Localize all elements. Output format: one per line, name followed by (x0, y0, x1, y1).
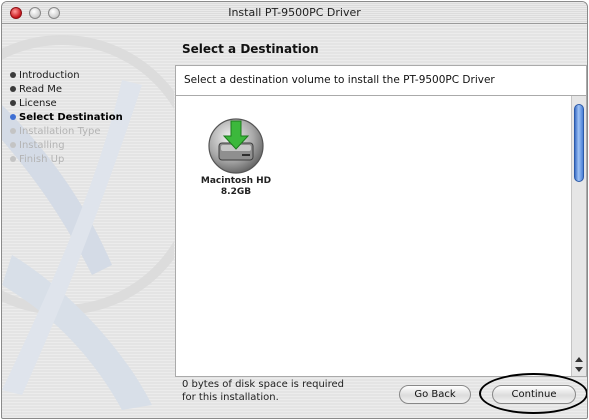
disk-space-note-line-2: for this installation. (182, 392, 279, 403)
disk-space-note: 0 bytes of disk space is required for th… (182, 378, 382, 404)
instruction-panel: Select a destination volume to install t… (175, 65, 587, 95)
window-title: Install PT-9500PC Driver (228, 6, 361, 19)
step-label: License (19, 97, 57, 109)
step-bullet-icon (10, 100, 16, 106)
step-installation-type: Installation Type (10, 124, 170, 138)
step-license: License (10, 96, 170, 110)
installer-window: Install PT-9500PC Driver Introduction Re… (1, 1, 588, 419)
continue-highlight-circle (479, 373, 587, 414)
page-title: Select a Destination (182, 42, 319, 56)
step-label: Introduction (19, 69, 80, 81)
disk-space-note-line-1: 0 bytes of disk space is required (182, 379, 344, 390)
volume-list: Macintosh HD 8.2GB (175, 95, 587, 377)
vertical-scrollbar[interactable] (571, 96, 586, 376)
step-finish-up: Finish Up (10, 152, 170, 166)
scroll-thumb[interactable] (574, 104, 584, 182)
installer-steps: Introduction Read Me License Select Dest… (10, 68, 170, 166)
step-bullet-icon (10, 156, 16, 162)
step-bullet-icon (10, 128, 16, 134)
go-back-button[interactable]: Go Back (399, 385, 471, 404)
step-bullet-icon (10, 72, 16, 78)
step-bullet-icon (10, 114, 16, 120)
scroll-up-arrow-icon[interactable] (575, 357, 583, 362)
step-select-destination: Select Destination (10, 110, 170, 124)
step-read-me: Read Me (10, 82, 170, 96)
step-installing: Installing (10, 138, 170, 152)
step-introduction: Introduction (10, 68, 170, 82)
step-label: Read Me (19, 83, 63, 95)
step-label: Finish Up (19, 153, 65, 165)
step-label: Installation Type (19, 125, 101, 137)
step-label: Installing (19, 139, 65, 151)
volume-macintosh-hd[interactable]: Macintosh HD 8.2GB (190, 116, 282, 198)
scroll-down-arrow-icon[interactable] (575, 367, 583, 372)
volume-name: Macintosh HD (200, 176, 272, 186)
hard-drive-icon (208, 118, 264, 174)
volume-size: 8.2GB (220, 187, 252, 197)
step-bullet-icon (10, 142, 16, 148)
title-bar[interactable]: Install PT-9500PC Driver (2, 2, 587, 24)
step-bullet-icon (10, 86, 16, 92)
instruction-text: Select a destination volume to install t… (184, 74, 495, 86)
step-label: Select Destination (19, 111, 123, 123)
